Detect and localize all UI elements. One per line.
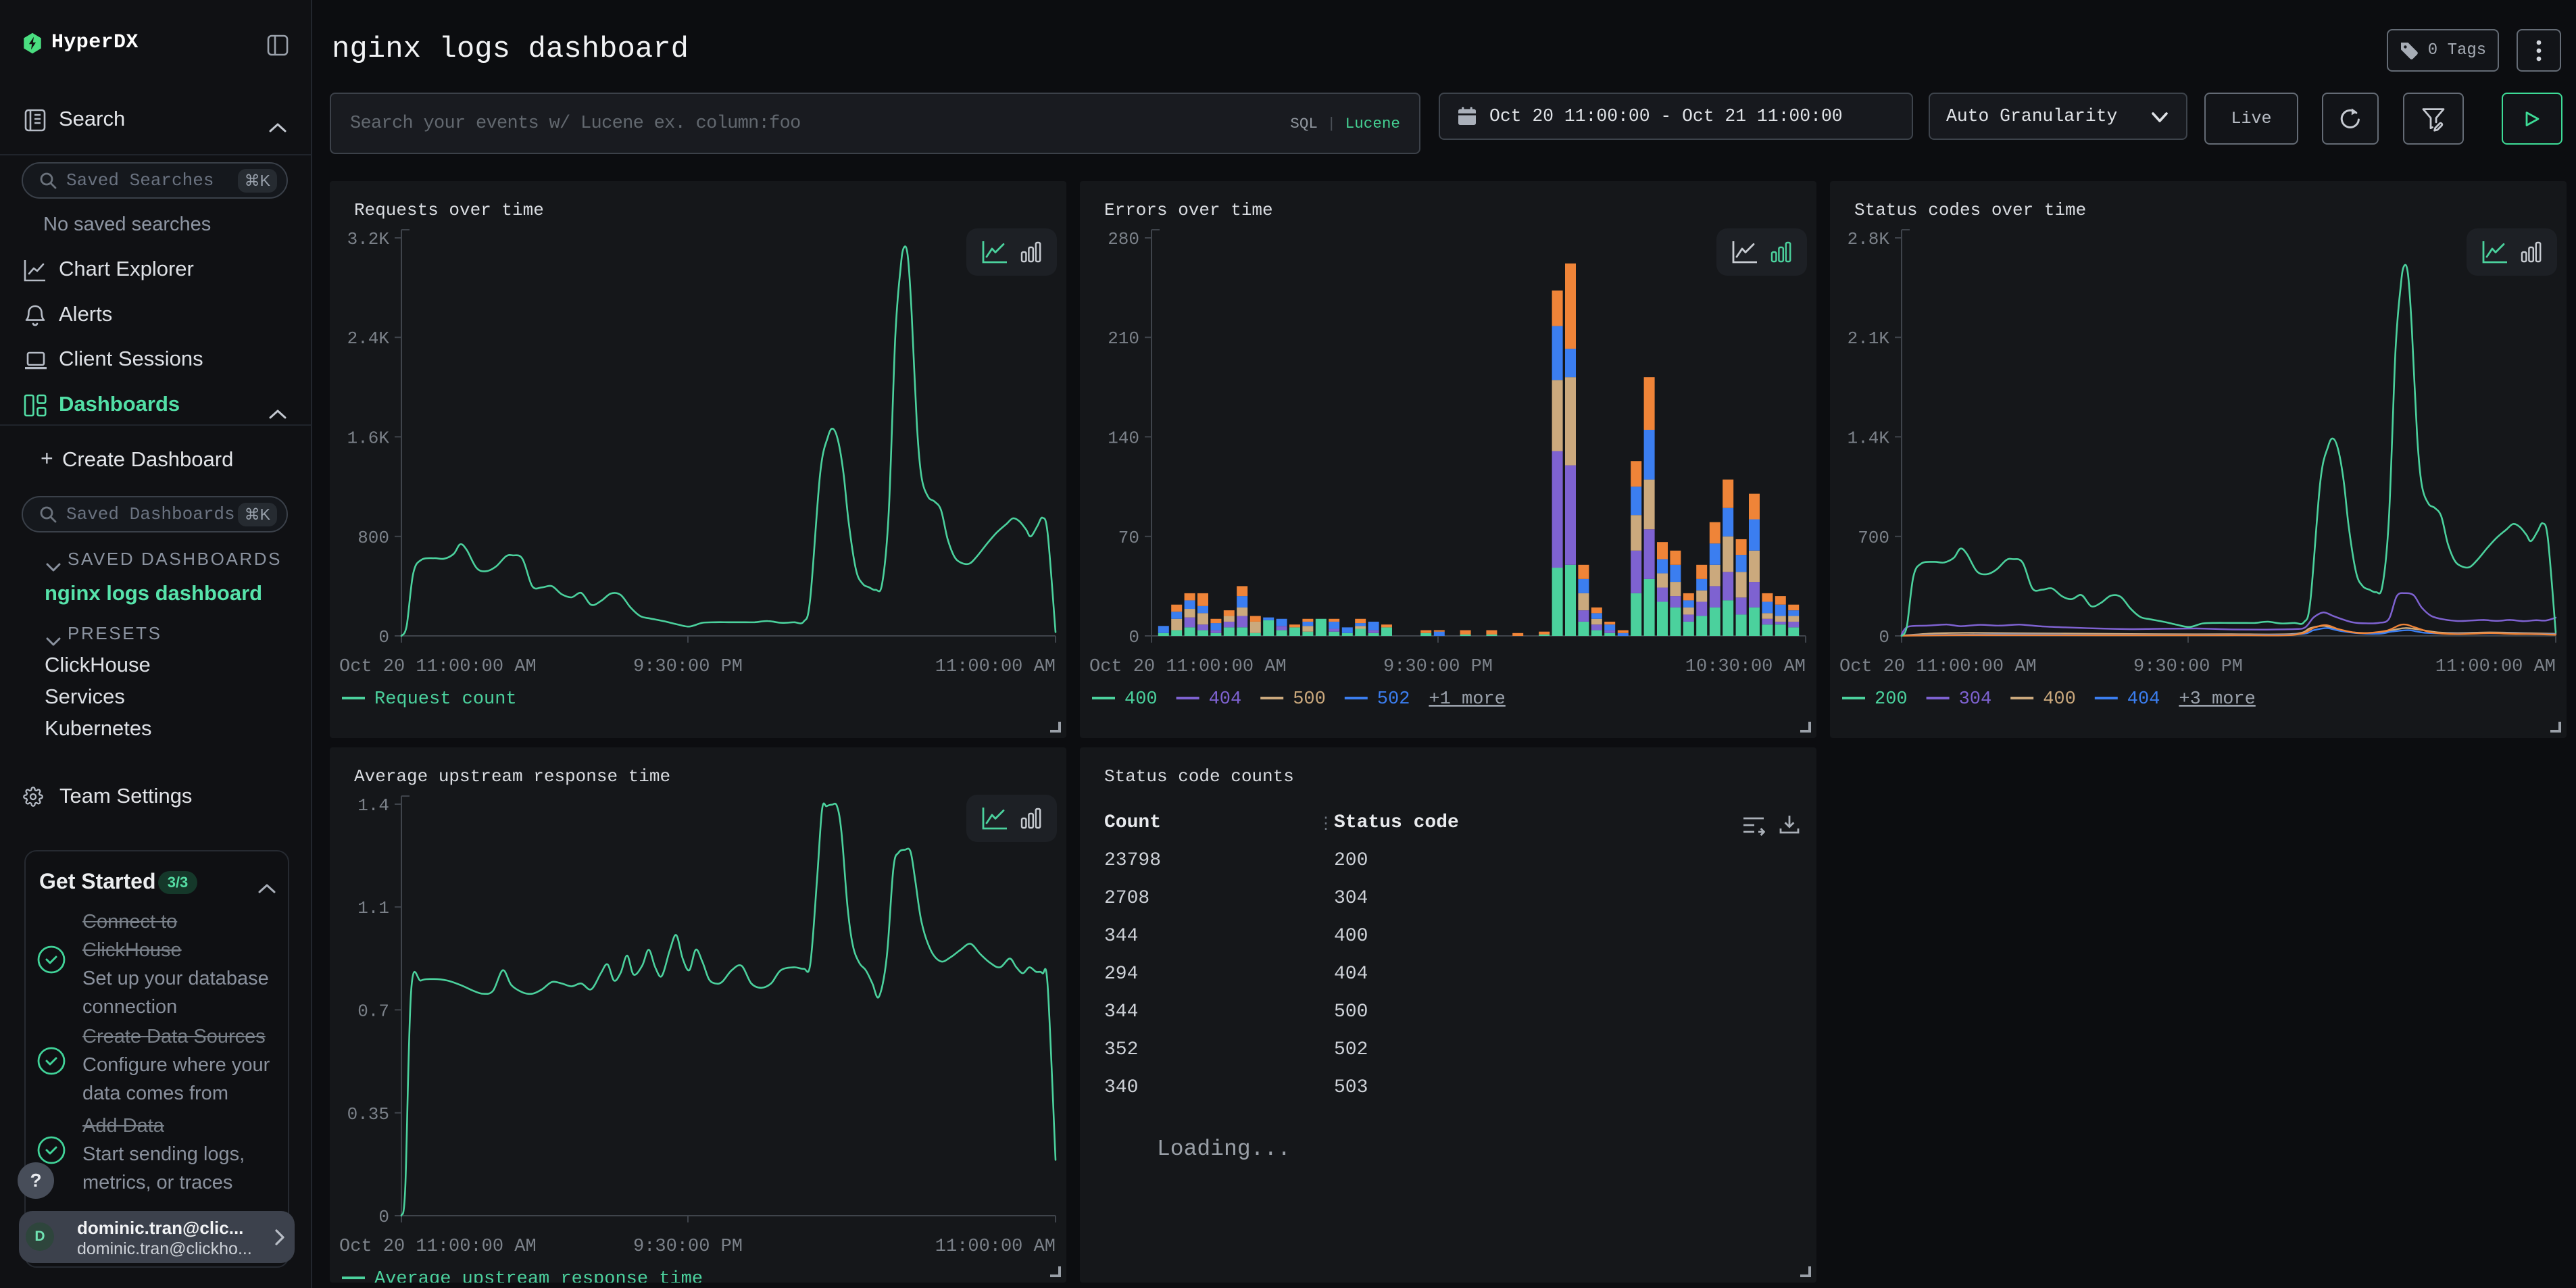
svg-text:1.6K: 1.6K <box>347 428 390 449</box>
svg-text:0.7: 0.7 <box>357 1001 389 1022</box>
svg-text:0: 0 <box>378 627 389 647</box>
svg-text:400: 400 <box>2043 689 2076 710</box>
svg-text:Oct 20 11:00:00 AM: Oct 20 11:00:00 AM <box>339 1237 537 1257</box>
svg-text:404: 404 <box>2127 689 2160 710</box>
svg-text:404: 404 <box>1209 689 1242 710</box>
svg-text:+1 more: +1 more <box>1429 689 1505 710</box>
svg-text:502: 502 <box>1377 689 1410 710</box>
svg-text:9:30:00 PM: 9:30:00 PM <box>633 1237 743 1257</box>
svg-text:Request count: Request count <box>374 689 517 710</box>
svg-text:800: 800 <box>357 528 389 548</box>
svg-text:11:00:00 AM: 11:00:00 AM <box>2435 657 2556 677</box>
svg-text:2.1K: 2.1K <box>1848 328 1890 349</box>
svg-text:200: 200 <box>1875 689 1908 710</box>
svg-text:9:30:00 PM: 9:30:00 PM <box>2133 657 2243 677</box>
svg-text:11:00:00 AM: 11:00:00 AM <box>935 1237 1056 1257</box>
svg-text:0: 0 <box>378 1207 389 1227</box>
svg-text:1.4K: 1.4K <box>1848 428 1890 449</box>
svg-text:+3 more: +3 more <box>2179 689 2255 710</box>
svg-text:0: 0 <box>1879 627 1889 647</box>
svg-text:400: 400 <box>1124 689 1158 710</box>
svg-text:280: 280 <box>1108 229 1139 249</box>
svg-text:9:30:00 PM: 9:30:00 PM <box>633 657 743 677</box>
svg-text:210: 210 <box>1108 328 1139 349</box>
svg-text:70: 70 <box>1118 528 1139 548</box>
svg-text:1.4: 1.4 <box>357 795 389 816</box>
svg-text:10:30:00 AM: 10:30:00 AM <box>1685 657 1806 677</box>
svg-text:2.8K: 2.8K <box>1848 229 1890 249</box>
svg-text:140: 140 <box>1108 428 1139 449</box>
svg-text:0.35: 0.35 <box>347 1104 389 1124</box>
svg-text:700: 700 <box>1858 528 1889 548</box>
svg-text:9:30:00 PM: 9:30:00 PM <box>1383 657 1493 677</box>
svg-text:3.2K: 3.2K <box>347 229 390 249</box>
svg-text:11:00:00 AM: 11:00:00 AM <box>935 657 1056 677</box>
svg-text:2.4K: 2.4K <box>347 328 390 349</box>
svg-text:Oct 20 11:00:00 AM: Oct 20 11:00:00 AM <box>1839 657 2037 677</box>
svg-text:304: 304 <box>1959 689 1992 710</box>
svg-text:500: 500 <box>1293 689 1326 710</box>
svg-text:Oct 20 11:00:00 AM: Oct 20 11:00:00 AM <box>1089 657 1287 677</box>
svg-text:1.1: 1.1 <box>357 898 389 918</box>
svg-text:0: 0 <box>1129 627 1139 647</box>
svg-text:Oct 20 11:00:00 AM: Oct 20 11:00:00 AM <box>339 657 537 677</box>
svg-text:Average upstream response time: Average upstream response time <box>374 1269 703 1283</box>
